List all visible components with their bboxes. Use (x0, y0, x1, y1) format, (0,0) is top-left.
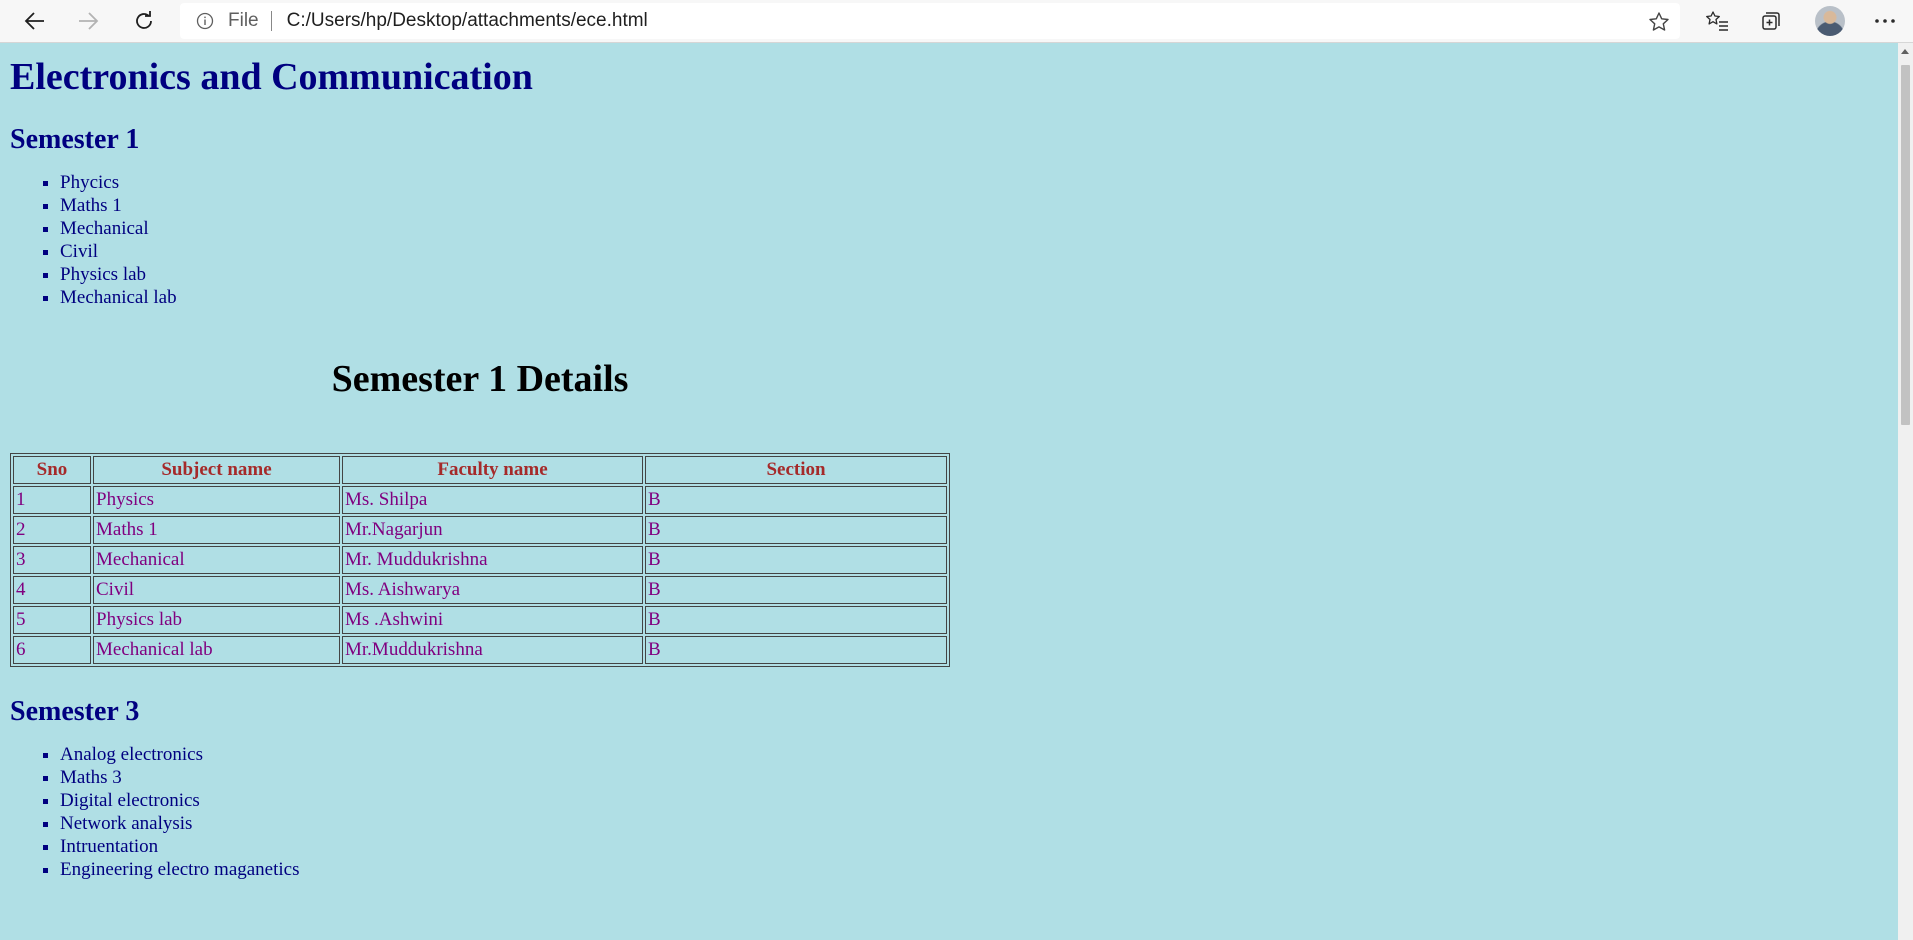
column-header-subject: Subject name (93, 456, 340, 484)
column-header-sno: Sno (13, 456, 91, 484)
refresh-button[interactable] (126, 4, 162, 38)
cell-sno: 2 (13, 516, 91, 544)
address-separator (270, 11, 272, 31)
table-row: 1 Physics Ms. Shilpa B (13, 486, 947, 514)
page-viewport: Electronics and Communication Semester 1… (0, 43, 1898, 940)
table-row: 3 Mechanical Mr. Muddukrishna B (13, 546, 947, 574)
list-item: Intruentation (60, 835, 1888, 858)
list-item: Mechanical lab (60, 286, 1888, 309)
favorites-list-icon[interactable] (1702, 6, 1732, 36)
cell-section: B (645, 606, 947, 634)
list-item: Maths 1 (60, 194, 1888, 217)
semester-1-subject-list: Phycics Maths 1 Mechanical Civil Physics… (10, 171, 1888, 309)
semester-1-details-table: Sno Subject name Faculty name Section 1 … (10, 453, 950, 667)
cell-subject: Mechanical lab (93, 636, 340, 664)
favorite-star-icon[interactable] (1648, 11, 1670, 33)
cell-sno: 4 (13, 576, 91, 604)
table-row: 5 Physics lab Ms .Ashwini B (13, 606, 947, 634)
cell-subject: Civil (93, 576, 340, 604)
cell-subject: Physics lab (93, 606, 340, 634)
page-title: Electronics and Communication (10, 56, 533, 98)
collections-icon[interactable] (1756, 6, 1786, 36)
refresh-icon (136, 11, 152, 29)
list-item: Maths 3 (60, 766, 1888, 789)
list-item: Digital electronics (60, 789, 1888, 812)
table-header-row: Sno Subject name Faculty name Section (13, 456, 947, 484)
semester-1-details-heading: Semester 1 Details (331, 358, 629, 400)
forward-arrow-icon (79, 12, 99, 30)
cell-section: B (645, 546, 947, 574)
cell-faculty: Ms .Ashwini (342, 606, 643, 634)
list-item: Phycics (60, 171, 1888, 194)
cell-sno: 5 (13, 606, 91, 634)
list-item: Civil (60, 240, 1888, 263)
forward-button[interactable] (70, 4, 106, 38)
cell-sno: 1 (13, 486, 91, 514)
cell-subject: Maths 1 (93, 516, 340, 544)
list-item: Mechanical (60, 217, 1888, 240)
vertical-scrollbar[interactable] (1898, 43, 1913, 940)
semester-1-heading: Semester 1 (10, 124, 140, 155)
scrollbar-thumb[interactable] (1901, 65, 1910, 425)
page-content: Electronics and Communication Semester 1… (0, 43, 1898, 881)
semester-3-subject-list: Analog electronics Maths 3 Digital elect… (10, 743, 1888, 881)
cell-faculty: Mr.Muddukrishna (342, 636, 643, 664)
cell-section: B (645, 636, 947, 664)
cell-sno: 6 (13, 636, 91, 664)
profile-avatar[interactable] (1815, 6, 1845, 36)
cell-faculty: Ms. Aishwarya (342, 576, 643, 604)
cell-section: B (645, 486, 947, 514)
table-row: 2 Maths 1 Mr.Nagarjun B (13, 516, 947, 544)
semester-3-heading: Semester 3 (10, 696, 140, 727)
file-scheme-label: File (228, 10, 259, 31)
column-header-section: Section (645, 456, 947, 484)
more-options-icon[interactable] (1870, 6, 1900, 36)
back-arrow-icon (24, 12, 44, 30)
list-item: Engineering electro maganetics (60, 858, 1888, 881)
cell-section: B (645, 516, 947, 544)
cell-subject: Mechanical (93, 546, 340, 574)
cell-subject: Physics (93, 486, 340, 514)
cell-faculty: Ms. Shilpa (342, 486, 643, 514)
list-item: Physics lab (60, 263, 1888, 286)
column-header-faculty: Faculty name (342, 456, 643, 484)
cell-faculty: Mr. Muddukrishna (342, 546, 643, 574)
table-row: 4 Civil Ms. Aishwarya B (13, 576, 947, 604)
cell-faculty: Mr.Nagarjun (342, 516, 643, 544)
back-button[interactable] (17, 4, 53, 38)
cell-sno: 3 (13, 546, 91, 574)
address-bar[interactable]: File C:/Users/hp/Desktop/attachments/ece… (180, 3, 1680, 39)
table-row: 6 Mechanical lab Mr.Muddukrishna B (13, 636, 947, 664)
scroll-up-arrow-icon[interactable] (1901, 49, 1909, 54)
list-item: Analog electronics (60, 743, 1888, 766)
browser-toolbar: File C:/Users/hp/Desktop/attachments/ece… (0, 0, 1913, 43)
url-text[interactable]: C:/Users/hp/Desktop/attachments/ece.html (287, 10, 648, 32)
cell-section: B (645, 576, 947, 604)
info-icon[interactable] (196, 12, 214, 30)
list-item: Network analysis (60, 812, 1888, 835)
